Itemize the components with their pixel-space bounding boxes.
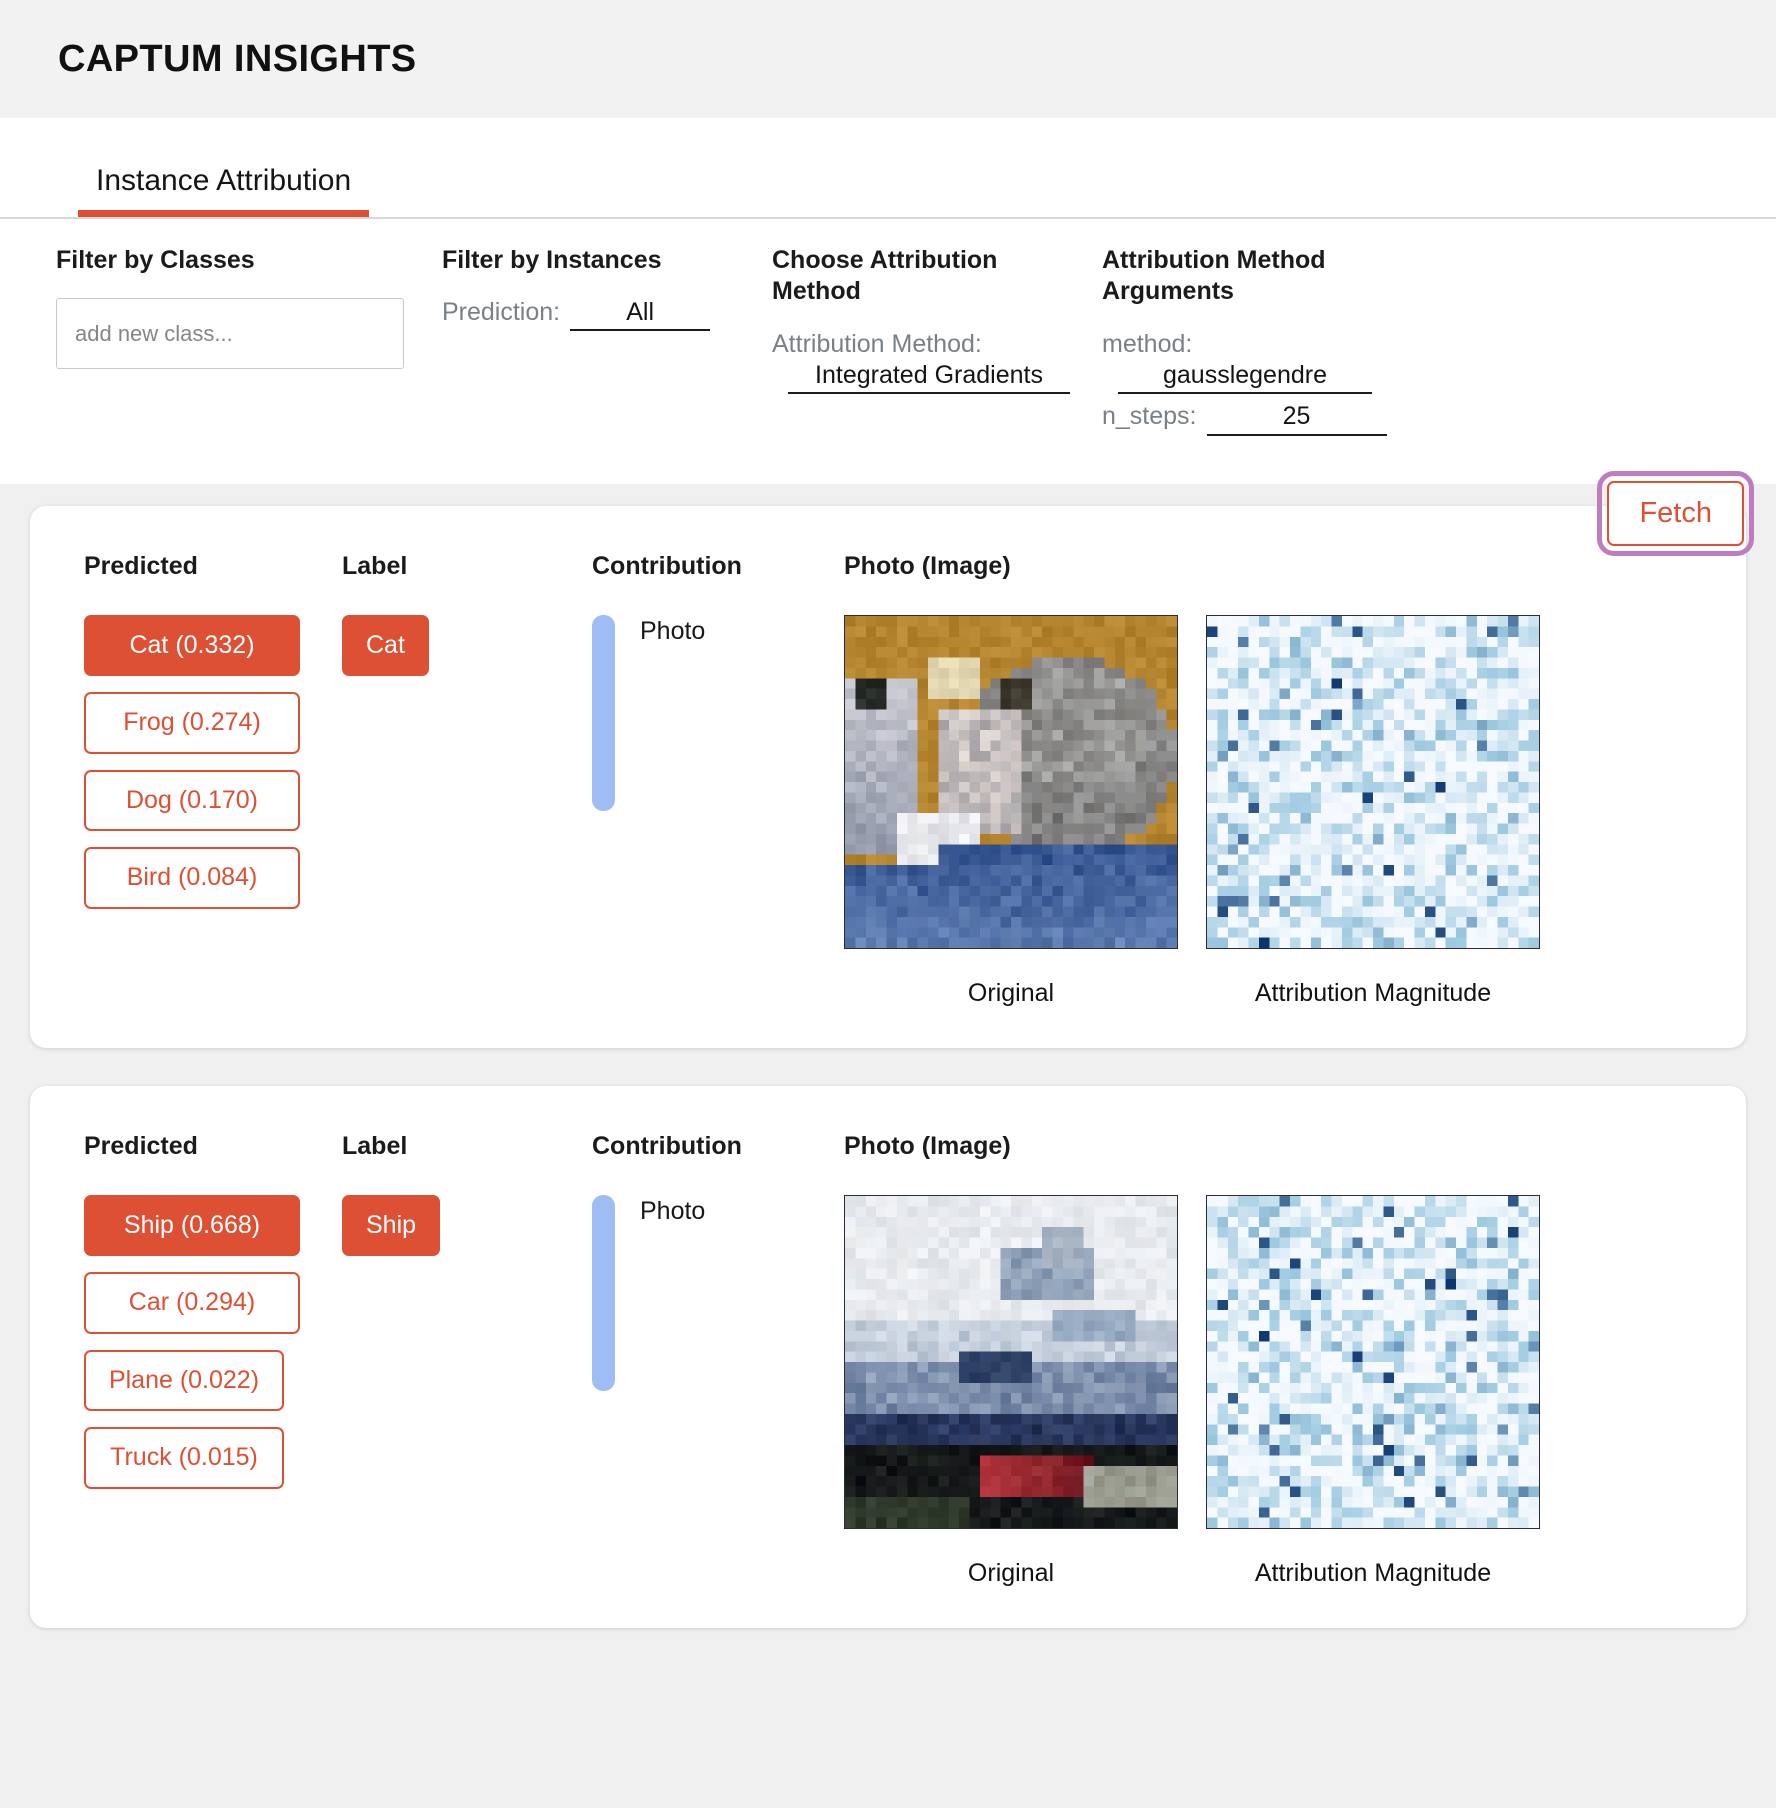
argument-method-field: method: gausslegendre xyxy=(1102,330,1454,394)
photo-column: Photo (Image) Original Attribution Magni… xyxy=(844,552,1692,1008)
prediction-chip[interactable]: Bird (0.084) xyxy=(84,847,300,909)
prediction-label: Prediction: xyxy=(442,298,560,327)
ground-truth-chip[interactable]: Ship xyxy=(342,1195,440,1257)
predicted-heading: Predicted xyxy=(84,552,342,581)
tab-bar: Instance Attribution xyxy=(0,118,1776,219)
photo-area: Original Attribution Magnitude xyxy=(844,615,1692,1008)
result-card: Predicted Ship (0.668) Car (0.294) Plane… xyxy=(30,1086,1746,1628)
predicted-column: Predicted Cat (0.332) Frog (0.274) Dog (… xyxy=(84,552,342,925)
filter-classes-heading: Filter by Classes xyxy=(56,245,346,276)
filter-classes-group: Filter by Classes xyxy=(56,245,442,369)
prediction-chip[interactable]: Cat (0.332) xyxy=(84,615,300,677)
photo-column: Photo (Image) Original Attribution Magni… xyxy=(844,1132,1692,1588)
prediction-chip[interactable]: Plane (0.022) xyxy=(84,1350,284,1412)
result-card: Predicted Cat (0.332) Frog (0.274) Dog (… xyxy=(30,506,1746,1048)
label-heading: Label xyxy=(342,552,592,581)
filter-method-group: Choose Attribution Method Attribution Me… xyxy=(772,245,1102,402)
attribution-method-field: Attribution Method: Integrated Gradients xyxy=(772,330,1102,394)
label-column: Label Ship xyxy=(342,1132,592,1257)
attribution-arguments-heading: Attribution Method Arguments xyxy=(1102,245,1392,308)
fetch-button[interactable]: Fetch xyxy=(1607,481,1744,546)
original-photo-block: Original xyxy=(844,1195,1178,1588)
n-steps-field: n_steps: xyxy=(1102,402,1454,436)
attribution-heatmap-image xyxy=(1206,1195,1540,1529)
choose-attribution-method-heading: Choose Attribution Method xyxy=(772,245,1062,308)
contribution-feature-name: Photo xyxy=(640,617,705,646)
filter-instances-group: Filter by Instances Prediction: All xyxy=(442,245,772,345)
add-class-input[interactable] xyxy=(56,298,404,369)
results-list: Predicted Cat (0.332) Frog (0.274) Dog (… xyxy=(0,484,1776,1694)
filter-bar: Filter by Classes Filter by Instances Pr… xyxy=(0,219,1776,484)
argument-method-label: method: xyxy=(1102,330,1454,359)
prediction-chip[interactable]: Frog (0.274) xyxy=(84,692,300,754)
attribution-caption: Attribution Magnitude xyxy=(1206,979,1540,1008)
prediction-chip[interactable]: Ship (0.668) xyxy=(84,1195,300,1257)
ground-truth-chip[interactable]: Cat xyxy=(342,615,429,677)
filter-instances-heading: Filter by Instances xyxy=(442,245,732,276)
prediction-chip[interactable]: Truck (0.015) xyxy=(84,1427,284,1489)
attribution-heatmap-image xyxy=(1206,615,1540,949)
prediction-chip[interactable]: Car (0.294) xyxy=(84,1272,300,1334)
photo-heading: Photo (Image) xyxy=(844,1132,1692,1161)
prediction-chip[interactable]: Dog (0.170) xyxy=(84,770,300,832)
original-image xyxy=(844,615,1178,949)
predicted-column: Predicted Ship (0.668) Car (0.294) Plane… xyxy=(84,1132,342,1505)
label-heading: Label xyxy=(342,1132,592,1161)
contribution-column: Contribution Photo xyxy=(592,552,844,811)
attribution-method-select[interactable]: Integrated Gradients xyxy=(788,361,1070,394)
original-image xyxy=(844,1195,1178,1529)
photo-area: Original Attribution Magnitude xyxy=(844,1195,1692,1588)
page-title: CAPTUM INSIGHTS xyxy=(58,38,417,81)
argument-method-select[interactable]: gausslegendre xyxy=(1118,361,1372,394)
original-photo-block: Original xyxy=(844,615,1178,1008)
attribution-photo-block: Attribution Magnitude xyxy=(1206,615,1540,1008)
attribution-photo-block: Attribution Magnitude xyxy=(1206,1195,1540,1588)
contribution-feature-name: Photo xyxy=(640,1197,705,1226)
predicted-heading: Predicted xyxy=(84,1132,342,1161)
contribution-bar xyxy=(592,1195,615,1391)
fetch-button-wrap: Fetch xyxy=(1607,481,1744,546)
n-steps-label: n_steps: xyxy=(1102,402,1197,431)
contribution-row: Photo xyxy=(592,1195,844,1391)
original-caption: Original xyxy=(844,979,1178,1008)
label-column: Label Cat xyxy=(342,552,592,677)
n-steps-input[interactable] xyxy=(1207,402,1387,436)
prediction-field-row: Prediction: All xyxy=(442,298,772,331)
photo-heading: Photo (Image) xyxy=(844,552,1692,581)
prediction-select[interactable]: All xyxy=(570,298,710,331)
contribution-row: Photo xyxy=(592,615,844,811)
attribution-method-label: Attribution Method: xyxy=(772,330,1102,359)
contribution-column: Contribution Photo xyxy=(592,1132,844,1391)
contribution-heading: Contribution xyxy=(592,552,844,581)
contribution-heading: Contribution xyxy=(592,1132,844,1161)
contribution-bar xyxy=(592,615,615,811)
attribution-caption: Attribution Magnitude xyxy=(1206,1559,1540,1588)
filter-arguments-group: Attribution Method Arguments method: gau… xyxy=(1102,245,1454,450)
tab-instance-attribution[interactable]: Instance Attribution xyxy=(78,166,369,217)
original-caption: Original xyxy=(844,1559,1178,1588)
app-header: CAPTUM INSIGHTS xyxy=(0,0,1776,118)
